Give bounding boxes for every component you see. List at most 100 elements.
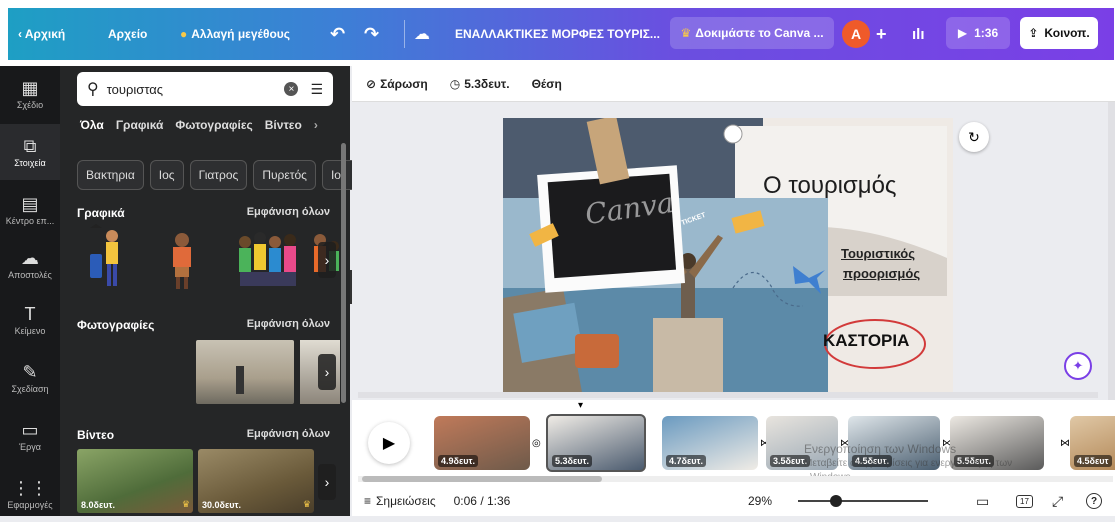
chip[interactable]: Βακτηρια [77,160,144,190]
slide-canvas[interactable]: Canva TICKET Ο τουρισμός Τουριστικός προ… [503,118,953,398]
transition-icon[interactable]: ◎ [532,438,541,449]
refresh-icon[interactable]: ↻ [959,122,989,152]
rail-label: Αποστολές [8,270,52,280]
share-button[interactable]: ⇪ Κοινοπ. [1020,17,1098,49]
timeline-thumb-selected[interactable]: 5.3δευτ. [546,414,646,472]
present-button[interactable]: ▶ 1:36 [946,17,1010,49]
transition-icon[interactable]: ⋈ [1060,438,1070,449]
rail-label: Εφαρμογές [7,500,53,510]
traveler-suitcase-graphic[interactable] [90,224,118,286]
windows-activation-text: Μεταβείτε στις ρυθμίσεις για ενεργοποίησ… [804,458,1013,469]
apps-grid-icon: ⋮⋮ [12,478,48,498]
home-button[interactable]: ‹ Αρχική [18,8,65,60]
clear-icon[interactable]: × [284,82,299,96]
windows-activation-title: Ενεργοποίηση των Windows [804,442,957,456]
redo-icon[interactable]: ↷ [364,8,379,60]
playhead-marker[interactable]: ▾ [578,400,583,411]
stage-vertical-scrollbar[interactable] [1108,102,1115,400]
undo-icon[interactable]: ↶ [330,8,345,60]
fit-screen-icon[interactable]: ▭ [976,493,989,510]
file-menu[interactable]: Αρχείο [108,8,147,60]
try-canva-pro-button[interactable]: ♛ Δοκιμάστε το Canva ... [670,17,834,49]
fullscreen-icon[interactable]: ⤢ [1052,493,1063,510]
graphics-next-arrow[interactable]: › [318,242,336,278]
timeline-thumb[interactable]: 4.7δευτ. [662,416,758,470]
rail-item-brand-hub[interactable]: ▤ Κέντρο επ... [0,182,60,238]
magic-assistant-icon[interactable]: ✦ [1064,352,1092,380]
canvas-stage: Canva TICKET Ο τουρισμός Τουριστικός προ… [352,102,1115,400]
tab-videos[interactable]: Βίντεο [265,118,302,132]
stage-horizontal-scrollbar[interactable] [358,392,1098,398]
video-thumbnail-stone[interactable]: 30.0δευτ. ♛ [198,449,314,513]
graphics-row [90,224,339,289]
photos-see-all[interactable]: Εμφάνιση όλων [247,318,330,330]
design-title[interactable]: ΕΝΑΛΛΑΚΤΙΚΕΣ ΜΟΡΦΕΣ ΤΟΥΡΙΣ... [455,8,660,60]
position-button[interactable]: Θέση [532,77,562,91]
notes-button[interactable]: ≡ Σημειώσεις [364,494,436,508]
timeline-scrollbar-track[interactable] [358,476,1113,482]
chevron-right-icon[interactable]: › [314,118,318,132]
rail-item-draw[interactable]: ✎ Σχεδίαση [0,350,60,406]
rail-item-text[interactable]: T Κείμενο [0,292,60,348]
help-icon[interactable]: ? [1086,493,1102,509]
insights-icon[interactable]: ılı [912,8,925,60]
chip[interactable]: Γιατρος [189,160,248,190]
tab-all[interactable]: Όλα [80,118,104,132]
crown-icon: ● [180,27,188,41]
timeline-thumb[interactable]: 4.9δευτ. [434,416,530,470]
videos-see-all[interactable]: Εμφάνιση όλων [247,428,330,440]
tourist-group-graphic[interactable] [239,232,296,286]
photos-next-arrow[interactable]: › [318,354,336,390]
draw-icon: ✎ [22,362,38,382]
try-canva-label: Δοκιμάστε το Canva ... [695,26,824,40]
zoom-slider[interactable] [798,495,928,507]
person-silhouette [236,366,244,394]
rail-item-projects[interactable]: ▭ Έργα [0,408,60,464]
slide-destination[interactable]: ΚΑΣΤΟΡΙΑ [823,331,909,351]
chip[interactable]: Ιος [149,160,184,190]
notes-icon: ≡ [364,494,372,508]
video-thumbnail-forest[interactable]: 8.0δευτ. ♛ [77,449,193,513]
text-icon: T [24,304,36,324]
videos-heading: Βίντεο [77,428,115,442]
rail-item-uploads[interactable]: ☁ Αποστολές [0,236,60,292]
thumb-duration: 5.3δευτ. [552,455,592,467]
graphics-heading: Γραφικά [77,206,125,220]
play-icon[interactable]: ▶ [368,422,410,464]
rail-item-design[interactable]: ▦ Σχέδιο [0,66,60,122]
photo-thumbnail-street[interactable] [196,340,294,404]
chip[interactable]: Πυρετός [253,160,316,190]
slide-title[interactable]: Ο τουρισμός [763,172,897,200]
zoom-slider-thumb[interactable] [829,495,842,507]
avatar[interactable]: A [842,20,870,48]
timeline-scrollbar-thumb[interactable] [362,476,602,482]
videos-next-arrow[interactable]: › [318,464,336,500]
zoom-value: 29% [748,494,773,508]
scan-icon: ⊘ [366,76,377,91]
clock-icon: ◷ [449,76,461,91]
tab-graphics[interactable]: Γραφικά [116,118,164,132]
scan-button[interactable]: ⊘ Σάρωση [366,77,428,91]
slide-subtitle-line1[interactable]: Τουριστικός [841,246,915,261]
filter-icon[interactable]: ☰ [310,81,323,98]
slide-subtitle-line2[interactable]: προορισμός [843,266,920,281]
rail-item-apps[interactable]: ⋮⋮ Εφαρμογές [0,466,60,522]
resize-label: Αλλαγή μεγέθους [191,27,290,41]
suggestion-chips: Βακτηρια Ιος Γιατρος Πυρετός Ιο [77,160,358,190]
search-box[interactable]: ⚲ τουριστας × ☰ [77,72,333,106]
playback-time: 0:06 / 1:36 [453,494,511,508]
add-collaborator-icon[interactable]: + [876,8,887,60]
resize-button[interactable]: ● Αλλαγή μεγέθους [180,8,290,60]
canvas-toolbar: ⊘ Σάρωση ◷ 5.3δευτ. Θέση [352,66,1115,102]
tab-photos[interactable]: Φωτογραφίες [175,118,252,132]
crown-icon: ♛ [302,499,311,509]
panel-scrollbar[interactable] [341,143,346,403]
hiker-graphic[interactable] [173,233,191,289]
cloud-save-icon[interactable]: ☁ [414,8,430,60]
search-input[interactable]: τουριστας [107,82,285,97]
page-grid-icon[interactable]: 17 [1016,494,1033,508]
duration-button[interactable]: ◷ 5.3δευτ. [450,77,510,91]
crown-icon: ♛ [181,499,190,509]
rail-item-elements[interactable]: ⧉ Στοιχεία [0,124,60,180]
graphics-see-all[interactable]: Εμφάνιση όλων [247,206,330,218]
